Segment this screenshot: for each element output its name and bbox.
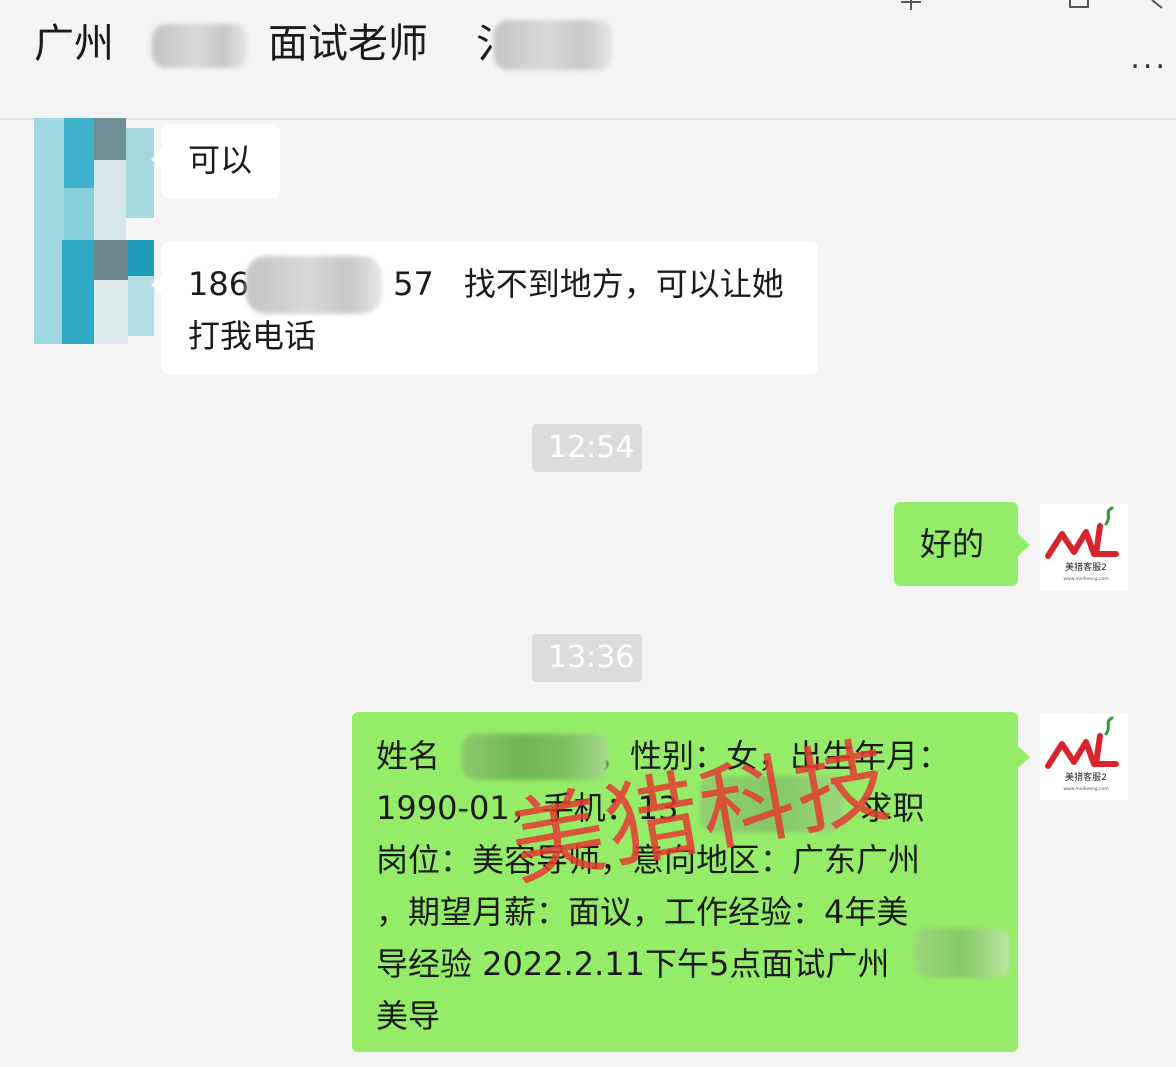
more-options-icon[interactable]: ... <box>1130 44 1168 74</box>
chat-title-middle: 面试老师 <box>268 21 428 67</box>
redacted-phone <box>246 256 382 314</box>
message-text-line: 美导 <box>376 997 441 1035</box>
gender-birth-text: ，性别：女，出生年月： <box>598 737 951 775</box>
redacted-name <box>462 734 608 780</box>
self-avatar-caption: 美猎客服2 <box>1065 561 1107 573</box>
meilie-logo-icon: 美猎客服2 www.meilieeng.com <box>1045 506 1119 582</box>
message-bubble-sent[interactable]: 好的 <box>894 502 1018 586</box>
pin-icon[interactable] <box>898 0 924 10</box>
meilie-logo-icon: 美猎客服2 www.meilieeng.com <box>1045 716 1119 792</box>
chat-title-prefix: 广州 <box>34 21 114 67</box>
self-avatar[interactable]: 美猎客服2 www.meilieeng.com <box>1040 714 1128 800</box>
message-text-line: ，期望月薪：面议，工作经验：4年美 <box>376 893 909 931</box>
bubble-tail <box>1018 746 1030 768</box>
message-text: 可以 <box>188 141 253 179</box>
message-bubble-received[interactable]: 可以 <box>162 124 280 198</box>
contact-avatar[interactable] <box>34 240 154 344</box>
redacted-name <box>152 24 248 68</box>
bubble-tail <box>151 274 163 296</box>
phone-number-end: 57 <box>393 265 434 303</box>
self-avatar-caption: 美猎客服2 <box>1065 771 1107 783</box>
name-label: 姓名 <box>376 737 441 775</box>
self-avatar-url: www.meilieeng.com <box>1063 786 1108 792</box>
message-text-line: 岗位：美容导师，意向地区：广东广州 <box>376 841 921 879</box>
close-icon[interactable] <box>1150 0 1176 10</box>
message-text-line: 导经验 2022.2.11下午5点面试广州 <box>376 945 890 983</box>
contact-avatar[interactable] <box>34 118 154 240</box>
maximize-icon[interactable] <box>1066 0 1092 10</box>
chat-window: 广州 面试老师 氵 ... 可以 <box>0 0 1176 1067</box>
self-avatar[interactable]: 美猎客服2 www.meilieeng.com <box>1040 504 1128 590</box>
timestamp: 13:36 <box>532 634 642 682</box>
message-text: 好的 <box>920 525 985 563</box>
bubble-tail <box>1018 534 1030 556</box>
phone-number-start: 186 <box>188 265 250 303</box>
birth-phone-text: 1990-01，手机：13 <box>376 789 679 827</box>
redacted-surname <box>494 20 612 70</box>
message-bubble-sent[interactable]: 姓名 ，性别：女，出生年月： 1990-01，手机：13 ，求职 岗位：美容导师，意… <box>352 712 1018 1052</box>
message-text-line-1: 找不到地方，可以让她 <box>463 265 784 303</box>
chat-header: 广州 面试老师 氵 ... <box>0 0 1176 120</box>
redacted-location <box>914 928 1010 978</box>
timestamp: 12:54 <box>532 424 642 472</box>
redacted-phone <box>700 776 844 832</box>
message-text-line-2: 打我电话 <box>188 317 317 355</box>
self-avatar-url: www.meilieeng.com <box>1063 576 1108 582</box>
bubble-tail <box>151 148 163 170</box>
